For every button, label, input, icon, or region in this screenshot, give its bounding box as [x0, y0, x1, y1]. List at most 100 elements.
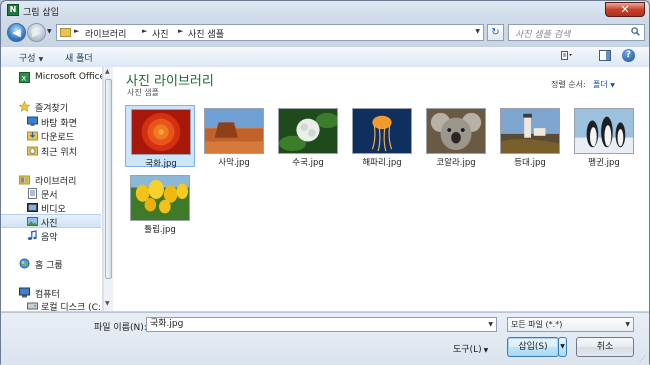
file-list-pane: 사진 라이브러리 사진 샘플 정렬 순서: 폴더 ▼ 국화.jpg 사막.jpg…: [113, 67, 649, 311]
refresh-icon: ↻: [491, 27, 500, 38]
library-icon: [19, 175, 30, 185]
refresh-button[interactable]: ↻: [487, 24, 504, 41]
breadcrumb-sample-pictures[interactable]: 사진 샘플: [188, 27, 224, 40]
resize-grip-icon[interactable]: ⋰: [639, 355, 646, 363]
address-bar[interactable]: ► 라이브러리 ► 사진 ► 사진 샘플 ▼: [56, 24, 484, 41]
penguins-thumbnail: [574, 108, 634, 154]
sort-dropdown[interactable]: 폴더 ▼: [593, 79, 615, 90]
forward-arrow-icon: ▶: [32, 26, 41, 39]
file-item-lighthouse[interactable]: 등대.jpg: [495, 105, 565, 168]
breadcrumb-pictures[interactable]: 사진: [152, 27, 169, 40]
address-row: ◀ ▶ ▼ ► 라이브러리 ► 사진 ► 사진 샘플 ▼ ↻ 사진 샘플 검색: [1, 21, 649, 45]
library-subtitle: 사진 샘플: [127, 88, 159, 97]
hydrangeas-thumbnail: [278, 108, 338, 154]
file-item-tulips[interactable]: 튤립.jpg: [125, 172, 195, 235]
file-item-desert[interactable]: 사막.jpg: [199, 105, 269, 168]
chrysanthemum-thumbnail: [131, 109, 191, 155]
scroll-up-icon[interactable]: ▲: [105, 68, 110, 75]
chevron-down-icon: ▼: [38, 56, 44, 63]
svg-text:x: x: [22, 74, 27, 83]
chevron-down-icon: ▼: [560, 343, 565, 350]
close-button[interactable]: ✕: [605, 2, 645, 17]
file-name-label: 사막.jpg: [218, 158, 250, 168]
nav-item-homegroup[interactable]: 홈 그룹: [1, 257, 101, 271]
recent-places-icon: [27, 146, 38, 156]
pictures-icon: [27, 217, 38, 226]
preview-pane-icon[interactable]: [599, 50, 611, 61]
help-icon[interactable]: ?: [622, 49, 635, 62]
chevron-down-icon[interactable]: ▼: [488, 318, 493, 331]
computer-icon: [19, 287, 30, 298]
cancel-button[interactable]: 취소: [576, 337, 634, 357]
nav-item-recent-places[interactable]: 최근 위치: [1, 144, 101, 158]
jellyfish-thumbnail: [352, 108, 412, 154]
new-folder-button[interactable]: 새 폴더: [65, 51, 93, 64]
file-item-jellyfish[interactable]: 해파리.jpg: [347, 105, 417, 168]
dialog-footer: 파일 이름(N): 국화.jpg ▼ 모든 파일 (*.*) ▼ 도구(L) ▼ 삽입…: [1, 312, 649, 365]
file-item-chrysanthemum[interactable]: 국화.jpg: [125, 105, 195, 169]
tools-menu[interactable]: 도구(L) ▼: [453, 342, 488, 355]
file-name-label: 파일 이름(N):: [94, 323, 147, 333]
nav-item-local-disk[interactable]: 로컬 디스크 (C:): [1, 299, 102, 311]
nav-item-libraries[interactable]: 라이브러리: [1, 173, 101, 187]
chevron-down-icon: ▼: [625, 321, 630, 328]
address-dropdown-icon[interactable]: ▼: [475, 28, 480, 35]
nav-item-pictures[interactable]: 사진: [1, 214, 101, 229]
star-icon: [19, 101, 30, 112]
file-type-select[interactable]: 모든 파일 (*.*) ▼: [507, 317, 634, 332]
forward-button[interactable]: ▶: [27, 23, 46, 42]
downloads-icon: [27, 131, 38, 141]
sort-label: 정렬 순서:: [551, 80, 586, 89]
homegroup-icon: [19, 258, 30, 269]
insert-button[interactable]: 삽입(S): [507, 337, 559, 357]
title-bar: N 그림 삽입 ✕: [1, 1, 649, 20]
videos-icon: [27, 203, 38, 212]
nav-item-videos[interactable]: 비디오: [1, 201, 101, 215]
scroll-down-icon[interactable]: ▼: [105, 300, 110, 307]
nav-item-desktop[interactable]: 바탕 화면: [1, 115, 101, 129]
file-name-label: 튤립.jpg: [144, 225, 176, 235]
back-button[interactable]: ◀: [7, 23, 26, 42]
file-name-input[interactable]: 국화.jpg ▼: [146, 317, 497, 332]
file-name-label: 등대.jpg: [514, 158, 546, 168]
navigation-pane: x Microsoft Office Ex 즐겨찾기 바탕 화면 다운로드 최근…: [1, 67, 103, 311]
search-icon[interactable]: [631, 27, 640, 36]
nav-item-documents[interactable]: 문서: [1, 187, 101, 201]
search-box[interactable]: 사진 샘플 검색: [508, 24, 645, 41]
music-icon: [28, 230, 37, 240]
change-view-icon[interactable]: [561, 50, 573, 61]
recent-pages-dropdown[interactable]: ▼: [47, 28, 52, 35]
disk-icon: [27, 302, 38, 310]
navigation-scrollbar[interactable]: ▲ ▼: [103, 67, 113, 311]
breadcrumb-libraries[interactable]: 라이브러리: [85, 27, 126, 40]
nav-item-downloads[interactable]: 다운로드: [1, 129, 101, 143]
file-name-label: 펭귄.jpg: [588, 158, 620, 168]
nav-item-office[interactable]: x Microsoft Office Ex: [1, 71, 102, 85]
desktop-icon: [27, 116, 38, 126]
breadcrumb-separator-icon[interactable]: ►: [74, 27, 79, 35]
file-name-label: 국화.jpg: [145, 159, 177, 169]
window-title: 그림 삽입: [23, 8, 59, 18]
tulips-thumbnail: [130, 175, 190, 221]
insert-options-button[interactable]: ▼: [558, 337, 567, 357]
nav-item-music[interactable]: 음악: [1, 229, 101, 243]
app-icon: N: [7, 4, 19, 16]
chevron-down-icon: ▼: [483, 347, 489, 354]
file-name-label: 수국.jpg: [292, 158, 324, 168]
nav-item-favorites[interactable]: 즐겨찾기: [1, 100, 101, 114]
search-placeholder: 사진 샘플 검색: [515, 30, 571, 40]
organize-menu[interactable]: 구성 ▼: [19, 51, 43, 64]
command-bar: 구성 ▼ 새 폴더 ?: [1, 46, 649, 68]
back-arrow-icon: ◀: [12, 26, 21, 39]
file-item-hydrangeas[interactable]: 수국.jpg: [273, 105, 343, 168]
chevron-down-icon: ▼: [610, 82, 615, 89]
desert-thumbnail: [204, 108, 264, 154]
breadcrumb-separator-icon[interactable]: ►: [142, 27, 147, 35]
scroll-thumb[interactable]: [105, 79, 112, 279]
file-item-koala[interactable]: 코알라.jpg: [421, 105, 491, 168]
file-name-label: 코알라.jpg: [436, 158, 476, 168]
folder-icon: [60, 28, 71, 37]
breadcrumb-separator-icon[interactable]: ►: [178, 27, 183, 35]
file-item-penguins[interactable]: 펭귄.jpg: [569, 105, 639, 168]
nav-item-computer[interactable]: 컴퓨터: [1, 286, 101, 300]
